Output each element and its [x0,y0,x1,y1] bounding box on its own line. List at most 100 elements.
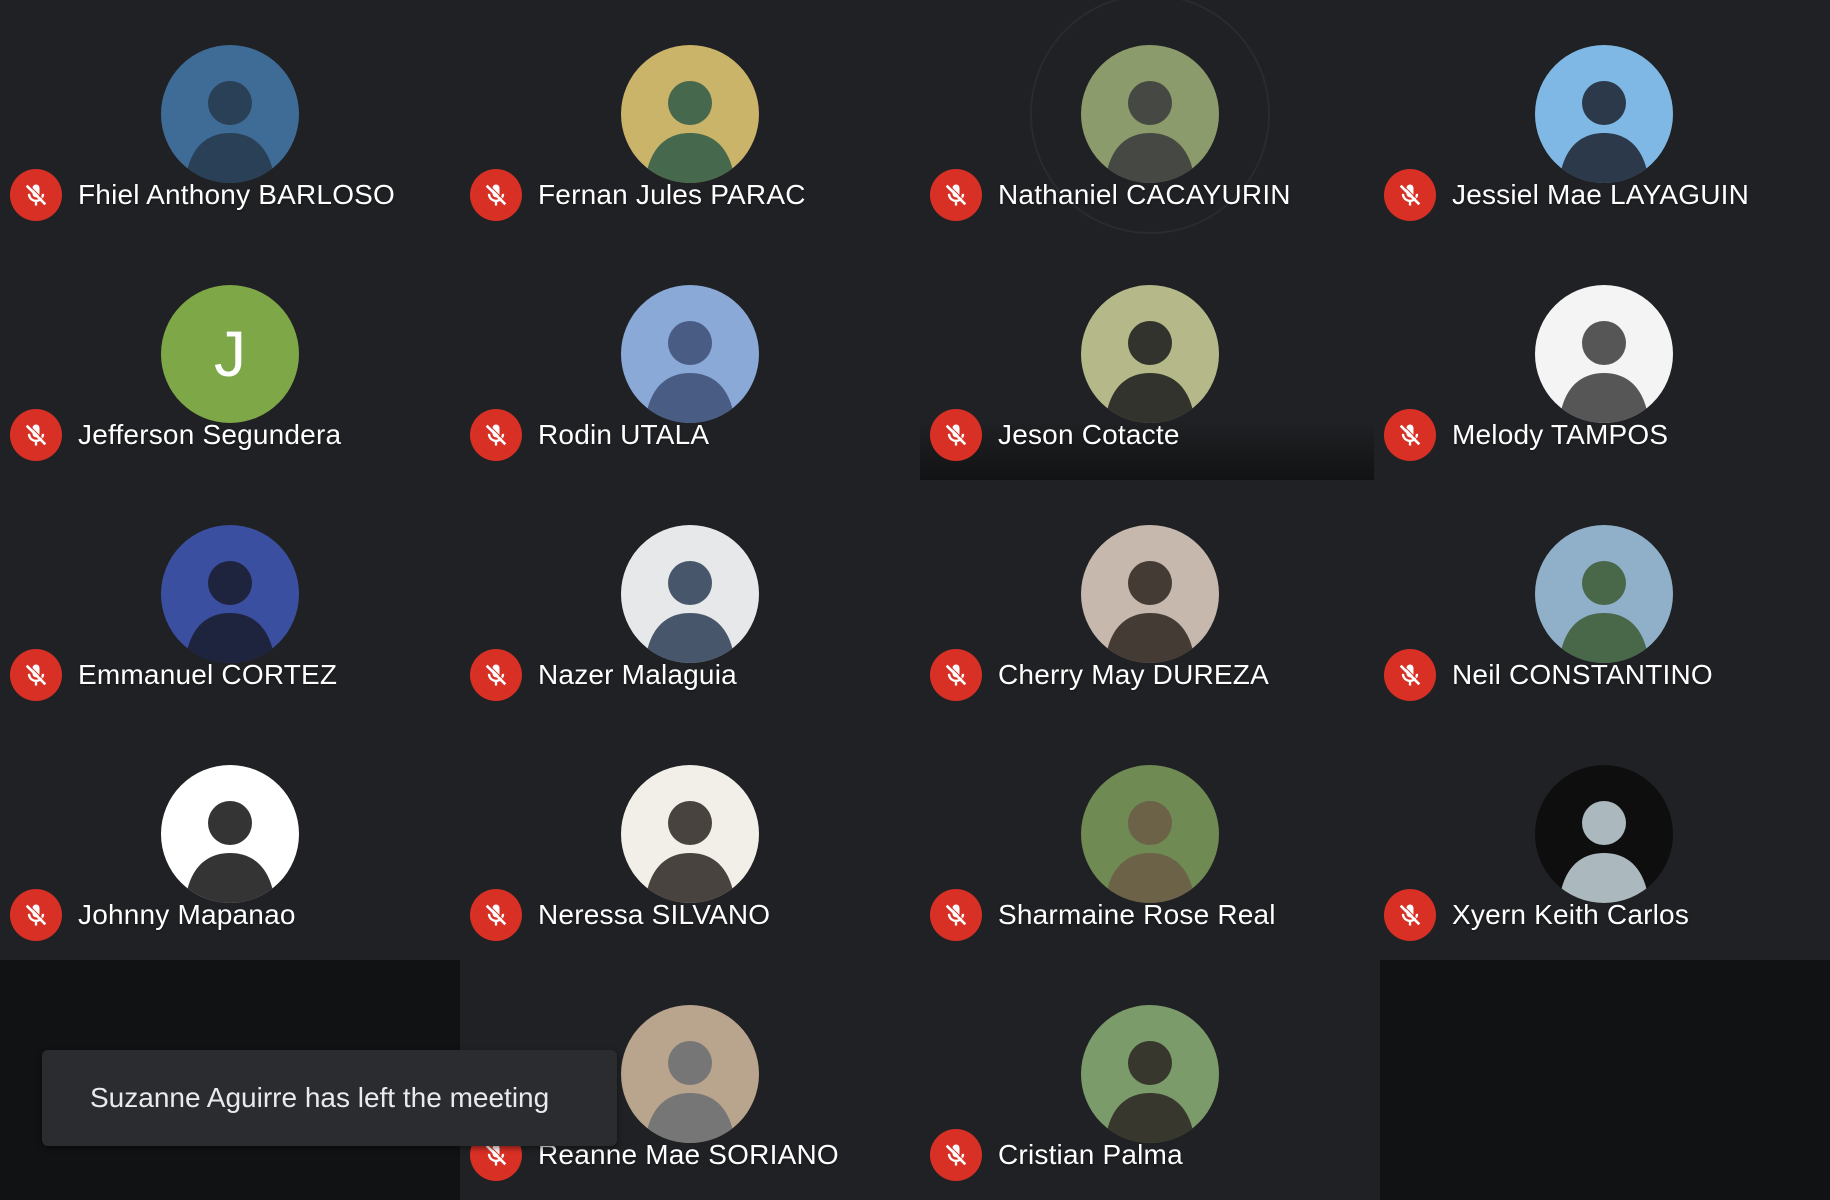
participant-tile[interactable]: Jeson Cotacte [920,240,1380,480]
avatar-photo [621,1005,759,1143]
participant-tile[interactable]: Melody TAMPOS [1374,240,1830,480]
avatar-photo [1081,285,1219,423]
participant-tile[interactable]: Nazer Malaguia [460,480,920,720]
participant-nameplate: Fhiel Anthony BARLOSO [10,169,396,221]
participant-nameplate: Johnny Mapanao [10,889,296,941]
avatar-container [1535,525,1673,663]
participant-nameplate: Fernan Jules PARAC [470,169,806,221]
avatar-container [1030,0,1270,234]
participant-tile[interactable]: Johnny Mapanao [0,720,460,960]
participant-tile[interactable]: Emmanuel CORTEZ [0,480,460,720]
avatar-container [621,1005,759,1143]
avatar-container [1535,285,1673,423]
avatar-photo [1081,1005,1219,1143]
participant-tile[interactable]: Jessiel Mae LAYAGUIN [1374,0,1830,240]
participant-nameplate: Melody TAMPOS [1384,409,1669,461]
participant-tile[interactable]: Xyern Keith Carlos [1374,720,1830,960]
participant-name: Johnny Mapanao [78,899,296,930]
participant-tile[interactable]: Nathaniel CACAYURIN [920,0,1380,240]
mic-off-icon [930,889,982,941]
avatar-photo [1081,525,1219,663]
participant-name: Nathaniel CACAYURIN [998,179,1291,210]
participant-name: Rodin UTALA [538,419,710,450]
mic-off-icon [470,649,522,701]
participant-tile[interactable]: J Jefferson Segundera [0,240,460,480]
participant-name: Xyern Keith Carlos [1452,899,1690,930]
avatar-letter: J [161,285,299,423]
avatar-photo [1081,45,1219,183]
participant-nameplate: Emmanuel CORTEZ [10,649,338,701]
avatar-photo [621,285,759,423]
avatar-container [1081,285,1219,423]
participant-grid: Fhiel Anthony BARLOSO Fernan Jules PARAC N… [0,0,1830,1200]
participant-name: Neil CONSTANTINO [1452,659,1713,690]
mic-off-icon [470,409,522,461]
participant-nameplate: Jessiel Mae LAYAGUIN [1384,169,1750,221]
notification-toast: Suzanne Aguirre has left the meeting [42,1050,617,1146]
participant-name: Neressa SILVANO [538,899,771,930]
mic-off-icon [930,649,982,701]
participant-nameplate: Xyern Keith Carlos [1384,889,1690,941]
participant-name: Jeson Cotacte [998,419,1180,450]
participant-name: Nazer Malaguia [538,659,737,690]
participant-name: Fhiel Anthony BARLOSO [78,179,396,210]
avatar-container: J [161,285,299,423]
participant-tile[interactable]: Fernan Jules PARAC [460,0,920,240]
mic-off-icon [930,169,982,221]
participant-name: Jefferson Segundera [78,419,342,450]
mic-off-icon [1384,409,1436,461]
mic-off-icon [10,409,62,461]
participant-tile[interactable]: Neil CONSTANTINO [1374,480,1830,720]
mic-off-icon [930,1129,982,1181]
avatar-photo [1535,45,1673,183]
participant-tile[interactable]: Sharmaine Rose Real [920,720,1380,960]
avatar-container [161,765,299,903]
avatar-photo [1535,525,1673,663]
participant-nameplate: Nazer Malaguia [470,649,737,701]
participant-name: Jessiel Mae LAYAGUIN [1452,179,1750,210]
avatar-container [621,525,759,663]
avatar-photo [161,765,299,903]
participant-nameplate: Cherry May DUREZA [930,649,1269,701]
avatar-container [1081,525,1219,663]
avatar-photo [1081,765,1219,903]
avatar-container [161,525,299,663]
participant-nameplate: Jefferson Segundera [10,409,342,461]
participant-tile[interactable]: Rodin UTALA [460,240,920,480]
mic-off-icon [470,889,522,941]
participant-tile[interactable]: Cherry May DUREZA [920,480,1380,720]
mic-off-icon [930,409,982,461]
avatar-initial: J [214,318,246,390]
avatar-container [1535,765,1673,903]
avatar-photo [161,45,299,183]
participant-nameplate: Neressa SILVANO [470,889,771,941]
participant-tile[interactable]: Neressa SILVANO [460,720,920,960]
mic-off-icon [10,169,62,221]
participant-tile[interactable]: Fhiel Anthony BARLOSO [0,0,460,240]
avatar-photo [621,525,759,663]
participant-tile[interactable]: Cristian Palma [920,960,1380,1200]
avatar-container [1081,765,1219,903]
avatar-container [621,765,759,903]
participant-nameplate: Rodin UTALA [470,409,710,461]
avatar-photo [1535,285,1673,423]
participant-name: Cherry May DUREZA [998,659,1269,690]
participant-nameplate: Nathaniel CACAYURIN [930,169,1291,221]
mic-off-icon [10,889,62,941]
participant-nameplate: Neil CONSTANTINO [1384,649,1713,701]
avatar-container [621,285,759,423]
avatar-photo [621,45,759,183]
participant-name: Cristian Palma [998,1139,1183,1170]
participant-name: Melody TAMPOS [1452,419,1669,450]
avatar-photo [161,525,299,663]
avatar-container [1535,45,1673,183]
participant-name: Fernan Jules PARAC [538,179,806,210]
mic-off-icon [1384,169,1436,221]
avatar-container [161,45,299,183]
toast-message: Suzanne Aguirre has left the meeting [90,1082,550,1113]
participant-name: Emmanuel CORTEZ [78,659,338,690]
avatar-photo [621,765,759,903]
avatar-photo [1535,765,1673,903]
mic-off-icon [10,649,62,701]
mic-off-icon [470,169,522,221]
